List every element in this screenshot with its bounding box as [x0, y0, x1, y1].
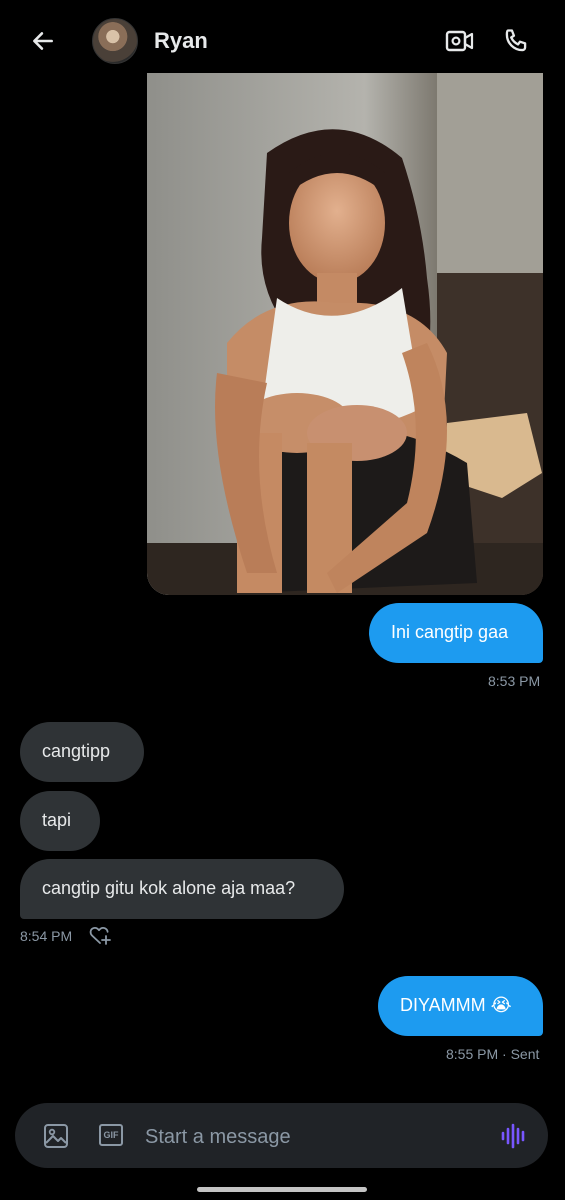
dm-conversation-screen: Ryan Ini cangtip gaa 8:53 PM cangtipp ta…: [0, 0, 565, 1200]
back-button[interactable]: [26, 24, 60, 58]
video-call-icon: [445, 30, 474, 52]
received-message-bubble[interactable]: cangtip gitu kok alone aja maa?: [20, 859, 344, 919]
video-call-button[interactable]: [443, 24, 477, 58]
contact-name[interactable]: Ryan: [154, 28, 208, 54]
message-timestamp: 8:53 PM: [488, 673, 541, 689]
photo-message[interactable]: [147, 73, 543, 595]
received-message-bubble[interactable]: cangtipp: [20, 722, 144, 782]
arrow-left-icon: [33, 32, 53, 50]
message-status: 8:55 PM · Sent: [446, 1046, 540, 1062]
add-reaction-icon[interactable]: [88, 924, 112, 946]
sent-message-bubble[interactable]: Ini cangtip gaa: [369, 603, 543, 663]
photo-image: [147, 73, 543, 595]
phone-icon: [505, 29, 527, 52]
gif-button[interactable]: GIF: [99, 1124, 123, 1146]
message-timestamp: 8:54 PM: [20, 928, 73, 944]
voice-call-button[interactable]: [499, 24, 533, 58]
received-message-bubble[interactable]: tapi: [20, 791, 100, 851]
avatar[interactable]: [92, 18, 138, 64]
image-icon[interactable]: [42, 1122, 70, 1150]
message-input[interactable]: [143, 1120, 477, 1154]
sent-message-bubble[interactable]: DIYAMMM 😭: [378, 976, 543, 1036]
message-composer: GIF: [15, 1103, 548, 1168]
home-indicator[interactable]: [197, 1187, 367, 1192]
voice-wave-icon[interactable]: [498, 1120, 530, 1152]
conversation-header: Ryan: [0, 0, 565, 80]
